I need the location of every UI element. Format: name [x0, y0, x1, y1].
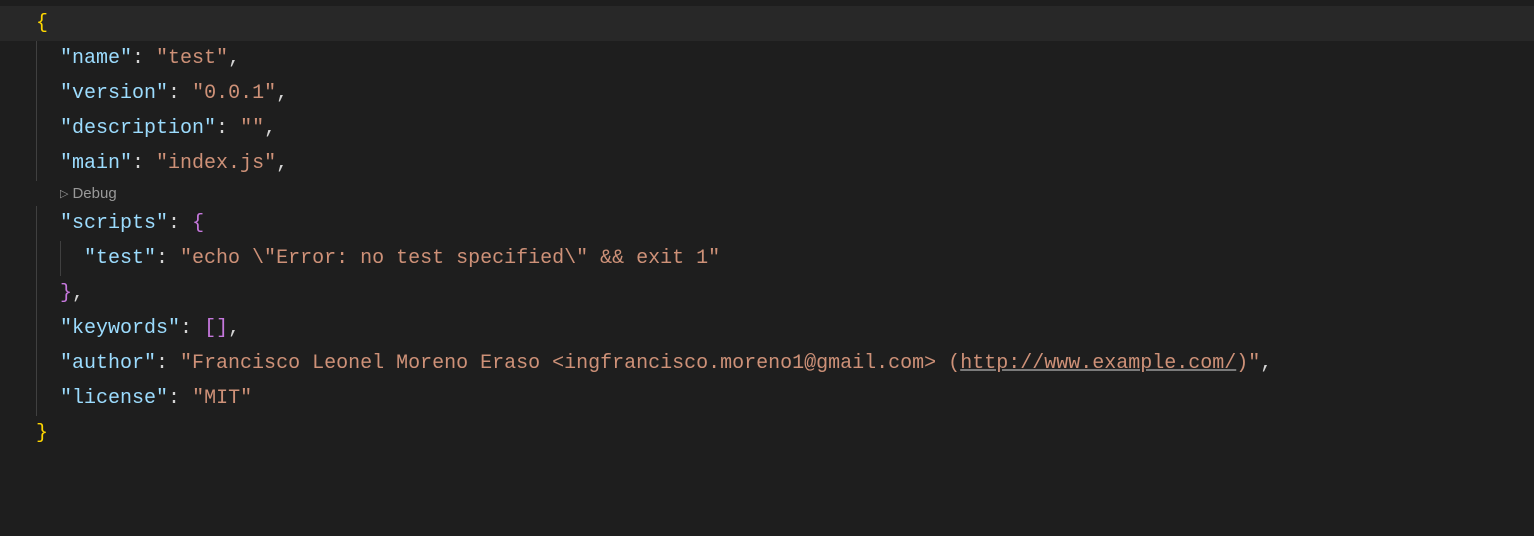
- json-string: "0.0.1": [192, 82, 276, 105]
- json-string: "test": [156, 47, 228, 70]
- json-string: "Francisco Leonel Moreno Eraso <ingfranc…: [180, 352, 960, 375]
- json-string: "echo \"Error: no test specified\" && ex…: [180, 247, 720, 270]
- json-key: "version": [60, 82, 168, 105]
- open-brace-token: {: [36, 12, 48, 35]
- json-array: []: [204, 317, 228, 340]
- code-line[interactable]: "license": "MIT": [0, 381, 1534, 416]
- code-line[interactable]: },: [0, 276, 1534, 311]
- code-line[interactable]: {: [0, 6, 1534, 41]
- json-string: "": [240, 117, 264, 140]
- json-string: "index.js": [156, 152, 276, 175]
- codelens-debug[interactable]: ▷ Debug: [0, 183, 1534, 204]
- code-line[interactable]: "description": "",: [0, 111, 1534, 146]
- json-key: "name": [60, 47, 132, 70]
- code-line[interactable]: "author": "Francisco Leonel Moreno Eraso…: [0, 346, 1534, 381]
- json-key: "license": [60, 387, 168, 410]
- open-brace-token: {: [192, 212, 204, 235]
- code-line[interactable]: "main": "index.js",: [0, 146, 1534, 181]
- code-line[interactable]: }: [0, 416, 1534, 451]
- close-brace-token: }: [36, 422, 48, 445]
- json-key: "author": [60, 352, 156, 375]
- code-line[interactable]: "keywords": [],: [0, 311, 1534, 346]
- close-brace-token: }: [60, 282, 72, 305]
- colon-token: :: [132, 47, 144, 70]
- json-key: "scripts": [60, 212, 168, 235]
- code-editor[interactable]: { "name": "test", "version": "0.0.1", "d…: [0, 0, 1534, 451]
- play-icon: ▷: [60, 187, 68, 202]
- json-key: "keywords": [60, 317, 180, 340]
- code-line[interactable]: "version": "0.0.1",: [0, 76, 1534, 111]
- code-line[interactable]: "name": "test",: [0, 41, 1534, 76]
- codelens-label: Debug: [72, 185, 116, 202]
- code-line[interactable]: "test": "echo \"Error: no test specified…: [0, 241, 1534, 276]
- json-key: "main": [60, 152, 132, 175]
- json-key: "description": [60, 117, 216, 140]
- code-line[interactable]: "scripts": {: [0, 206, 1534, 241]
- json-string: "MIT": [192, 387, 252, 410]
- json-key: "test": [84, 247, 156, 270]
- json-string: )": [1236, 352, 1260, 375]
- comma-token: ,: [228, 47, 240, 70]
- url-link[interactable]: http://www.example.com/: [960, 352, 1236, 375]
